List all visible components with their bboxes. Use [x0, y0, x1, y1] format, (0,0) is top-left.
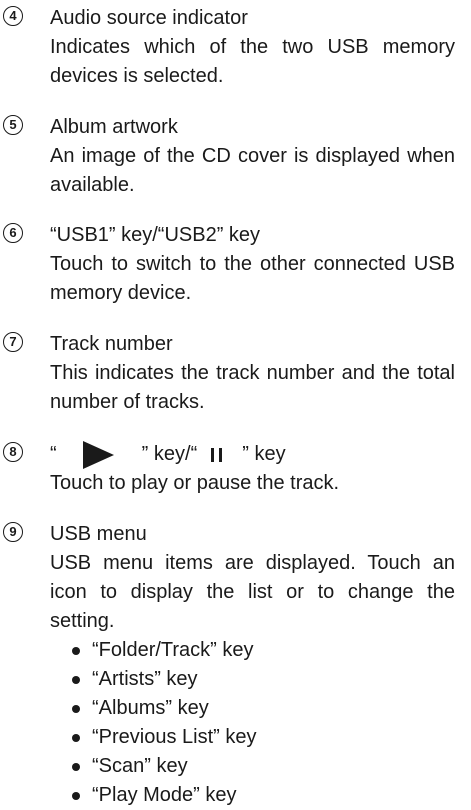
item-description: Touch to play or pause the track.: [50, 472, 340, 494]
list-item-label: “Artists” key: [92, 668, 198, 690]
item-number-badge: 5: [3, 115, 23, 135]
list-item: “Folder/Track” key: [72, 636, 455, 665]
item-number-badge: 7: [3, 332, 23, 352]
item-play-pause-key: 8 “ ” key/“ ” key Touch to play or pause…: [0, 440, 455, 498]
bullet-icon: [72, 733, 80, 742]
bullet-icon: [72, 675, 80, 684]
item-description: Indicates which of the two USB memory de…: [50, 36, 455, 87]
item-usb-keys: 6 “USB1” key/“USB2” key Touch to switch …: [0, 221, 455, 308]
item-title: “USB1” key/“USB2” key: [50, 224, 261, 246]
list-item-label: “Play Mode” key: [92, 784, 237, 806]
item-title: Audio source indicator: [50, 7, 248, 29]
open-quote: “: [50, 443, 57, 465]
item-number-badge: 4: [3, 6, 23, 26]
bullet-icon: [72, 791, 80, 800]
manual-page: 4 Audio source indicator Indicates which…: [0, 0, 471, 806]
item-description: An image of the CD cover is displayed wh…: [50, 145, 455, 196]
item-album-artwork: 5 Album artwork An image of the CD cover…: [0, 113, 455, 200]
play-icon: [82, 440, 114, 469]
list-item: “Albums” key: [72, 694, 455, 723]
bullet-icon: [72, 646, 80, 655]
list-item: “Artists” key: [72, 665, 455, 694]
item-description: Touch to switch to the other connected U…: [50, 253, 455, 304]
list-item-label: “Folder/Track” key: [92, 639, 254, 661]
item-description: This indicates the track number and the …: [50, 362, 455, 413]
item-title: USB menu: [50, 523, 147, 545]
bullet-icon: [72, 762, 80, 771]
list-item-label: “Previous List” key: [92, 726, 257, 748]
bullet-icon: [72, 704, 80, 713]
list-item: “Previous List” key: [72, 723, 455, 752]
pause-icon: [211, 445, 223, 465]
play-key-close-text: ” key/“: [141, 443, 198, 465]
item-audio-source-indicator: 4 Audio source indicator Indicates which…: [0, 4, 455, 91]
item-number-badge: 6: [3, 223, 23, 243]
item-usb-menu: 9 USB menu USB menu items are displayed.…: [0, 520, 455, 636]
item-description: USB menu items are displayed. Touch an i…: [50, 552, 455, 632]
list-item-label: “Albums” key: [92, 697, 209, 719]
pause-key-close-text: ” key: [242, 443, 286, 465]
item-title: Album artwork: [50, 116, 178, 138]
item-title: “ ” key/“ ” key: [50, 440, 455, 469]
item-track-number: 7 Track number This indicates the track …: [0, 330, 455, 417]
usb-menu-key-list: “Folder/Track” key “Artists” key “Albums…: [72, 636, 455, 810]
list-item: “Scan” key: [72, 752, 455, 781]
item-title: Track number: [50, 333, 173, 355]
item-number-badge: 9: [3, 522, 23, 542]
list-item-label: “Scan” key: [92, 755, 188, 777]
list-item: “Play Mode” key: [72, 781, 455, 810]
item-number-badge: 8: [3, 442, 23, 462]
